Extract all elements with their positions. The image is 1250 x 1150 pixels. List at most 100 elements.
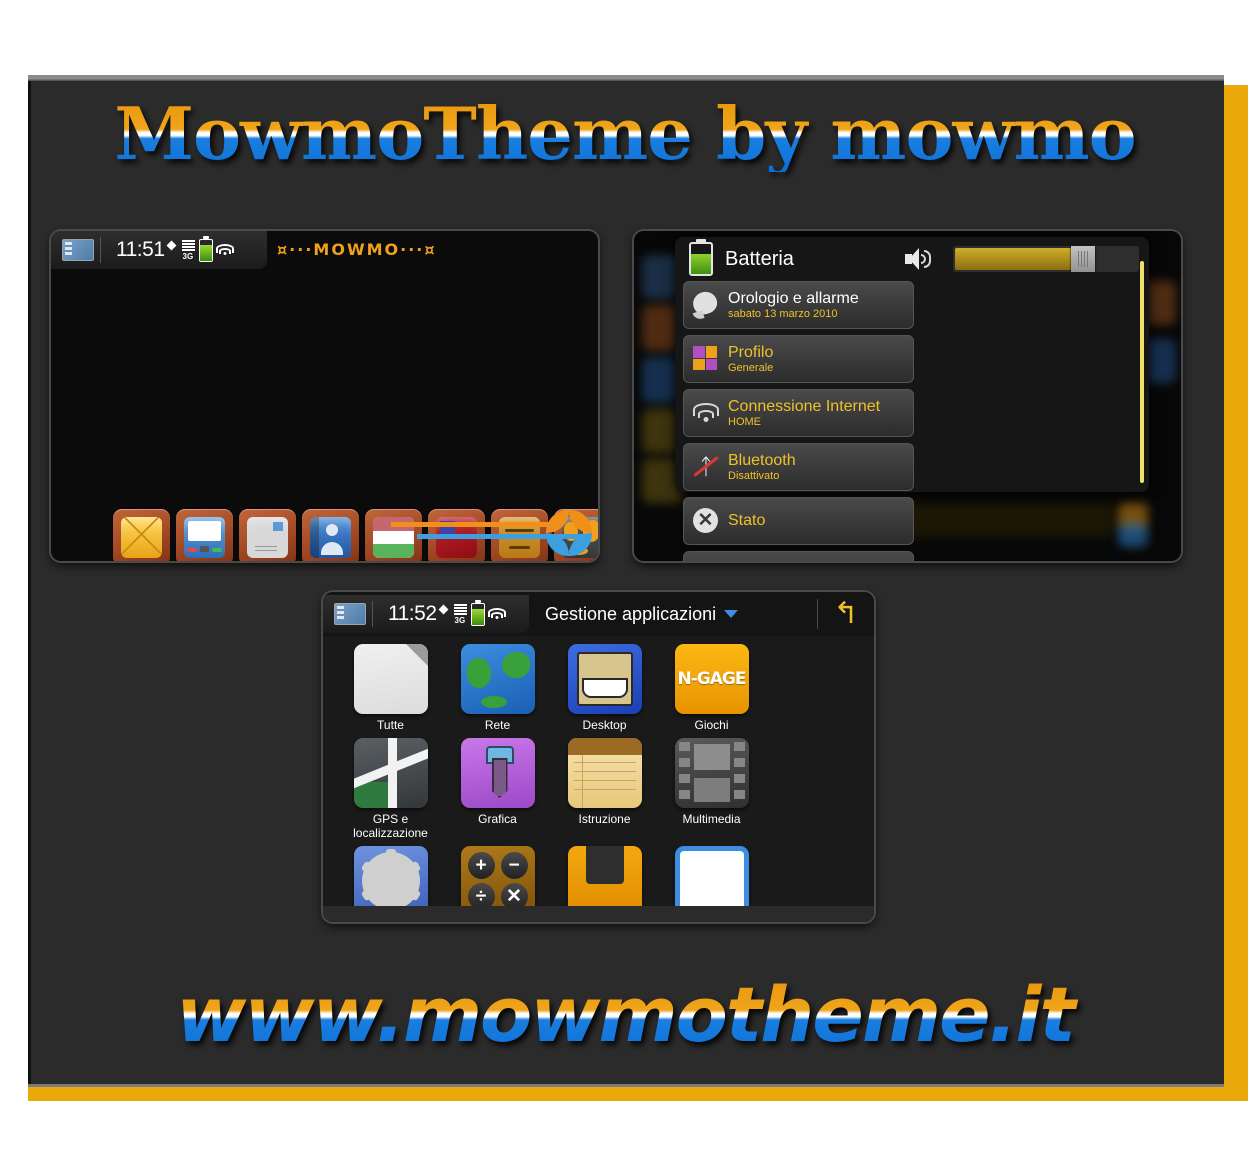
status-menu-header: Batteria (675, 237, 1149, 281)
app-item-istruzione[interactable]: Istruzione (551, 738, 658, 840)
bluetooth-dot-icon (166, 240, 176, 250)
device-app-manager-panel: 11:52 3G Gestione applicazioni ↰ Tutte R… (323, 592, 874, 922)
battery-icon (470, 599, 485, 626)
scrollbar[interactable] (1140, 261, 1144, 483)
bluetooth-dot-icon (438, 604, 448, 614)
app-item-gps[interactable]: GPS e localizzazione (337, 738, 444, 840)
app-label: GPS e localizzazione (353, 812, 428, 840)
page-icon (353, 644, 428, 714)
device-status-menu-panel: Batteria Orologio e allarme sabato 13 ma… (634, 231, 1181, 561)
wifi-icon (487, 607, 506, 621)
status-cell-wifi-switcher[interactable]: Wifi Switcher (683, 551, 914, 561)
op-plus: + (467, 852, 495, 879)
volume-fill (955, 248, 1079, 270)
globe-icon (460, 644, 535, 714)
ngage-icon: N-GAGE (674, 644, 749, 714)
ngage-wordmark: N-GAGE (677, 669, 747, 689)
battery-icon (198, 235, 213, 262)
shortcut-fax[interactable] (176, 509, 233, 561)
device-desktop-panel: 11:51 3G ¤···MOWMO···¤ (51, 231, 598, 561)
app-manager-title-dropdown[interactable]: Gestione applicazioni (545, 603, 739, 625)
page-title: Gestione applicazioni (545, 603, 717, 624)
signal-icon: 3G (181, 240, 195, 261)
desktop-title: ¤···MOWMO···¤ (277, 240, 437, 259)
status-cell-stato[interactable]: ✕ Stato (683, 497, 914, 545)
bluetooth-off-icon: ᛏ (693, 454, 719, 480)
desktop-body: 11:51 3G ¤···MOWMO···¤ (51, 231, 598, 561)
status-bar[interactable]: 11:51 3G (51, 231, 267, 269)
accent-border-right (1222, 85, 1248, 1101)
cell-subtitle: HOME (728, 415, 761, 428)
status-close-icon: ✕ (693, 508, 719, 534)
app-item-rete[interactable]: Rete (444, 644, 551, 732)
status-menu-grid: Orologio e allarme sabato 13 marzo 2010 … (683, 281, 1135, 561)
cell-title: Bluetooth (728, 452, 796, 470)
status-cell-profile[interactable]: Profilo Generale (683, 335, 914, 383)
app-label: Rete (484, 718, 511, 732)
divider (100, 237, 101, 263)
app-manager-topbar: 11:52 3G Gestione applicazioni ↰ (323, 592, 874, 636)
thumbnail-icon[interactable] (62, 239, 94, 261)
cell-subtitle: Generale (728, 361, 774, 374)
cell-title: Orologio e allarme (728, 290, 859, 308)
battery-icon (689, 239, 713, 276)
wifi-icon (693, 400, 719, 426)
app-item-tutte[interactable]: Tutte (337, 644, 444, 732)
volume-slider[interactable] (953, 246, 1139, 272)
leaf-logo-icon (546, 510, 592, 556)
shortcut-airmail[interactable] (239, 509, 296, 561)
grid-bottom-fade (323, 906, 874, 922)
app-label: Istruzione (578, 812, 631, 826)
app-label: Tutte (377, 718, 404, 732)
app-item-grafica[interactable]: Grafica (444, 738, 551, 840)
poster-stage (28, 75, 1224, 1087)
film-strip-icon (674, 738, 749, 808)
app-item-giochi[interactable]: N-GAGE Giochi (658, 644, 765, 732)
thumbnail-icon[interactable] (334, 603, 366, 625)
chevron-down-icon[interactable] (724, 610, 739, 618)
cell-title: Stato (728, 512, 766, 530)
status-cell-clock[interactable]: Orologio e allarme sabato 13 marzo 2010 (683, 281, 914, 329)
app-item-multimedia[interactable]: Multimedia (658, 738, 765, 840)
necktie-icon (460, 738, 535, 808)
app-label: Desktop (582, 718, 627, 732)
status-cell-bluetooth[interactable]: ᛏ Bluetooth Disattivato (683, 443, 914, 491)
smiley-face-icon (567, 644, 642, 714)
clock-label: 11:52 (388, 602, 437, 625)
profile-tiles-icon (693, 346, 719, 372)
status-cell-internet[interactable]: Connessione Internet HOME (683, 389, 914, 437)
shortcut-italy-flag[interactable] (365, 509, 422, 561)
shortcut-envelope[interactable] (113, 509, 170, 561)
decor-bar-orange (391, 522, 559, 527)
signal-icon: 3G (453, 604, 467, 625)
back-button[interactable]: ↰ (818, 599, 874, 629)
status-bar[interactable]: 11:52 3G (323, 595, 529, 633)
cell-subtitle: sabato 13 marzo 2010 (728, 307, 838, 320)
clock-label: 11:51 (116, 238, 165, 261)
app-label: Multimedia (682, 812, 741, 826)
app-label: Grafica (478, 812, 517, 826)
wifi-icon (215, 243, 234, 257)
map-roads-icon (353, 738, 428, 808)
cell-title: Connessione Internet (728, 398, 881, 416)
notebook-icon (567, 738, 642, 808)
shortcut-contacts[interactable] (302, 509, 359, 561)
page-title: MowmoTheme by mowmo (0, 96, 1250, 172)
battery-label: Batteria (725, 247, 794, 270)
cell-title: Profilo (728, 344, 774, 362)
op-minus: − (500, 852, 528, 879)
footer-url: www.mowmotheme.it (0, 975, 1250, 1055)
speaker-icon[interactable] (905, 248, 931, 270)
app-item-desktop[interactable]: Desktop (551, 644, 658, 732)
volume-knob[interactable] (1071, 246, 1095, 272)
app-label: Giochi (694, 718, 729, 732)
screenshot-root: MowmoTheme by mowmo 11:51 3G ¤···MOWMO··… (0, 0, 1250, 1150)
cell-subtitle: Disattivato (728, 469, 780, 482)
network-label: 3G (454, 616, 466, 625)
app-grid: Tutte Rete Desktop N-GAGE Giochi GPS e l… (323, 638, 874, 922)
app-manager-body: 11:52 3G Gestione applicazioni ↰ Tutte R… (323, 592, 874, 922)
alarm-bell-icon (690, 288, 720, 318)
network-label: 3G (182, 252, 194, 261)
status-menu: Batteria Orologio e allarme sabato 13 ma… (675, 237, 1149, 561)
divider (372, 601, 373, 627)
